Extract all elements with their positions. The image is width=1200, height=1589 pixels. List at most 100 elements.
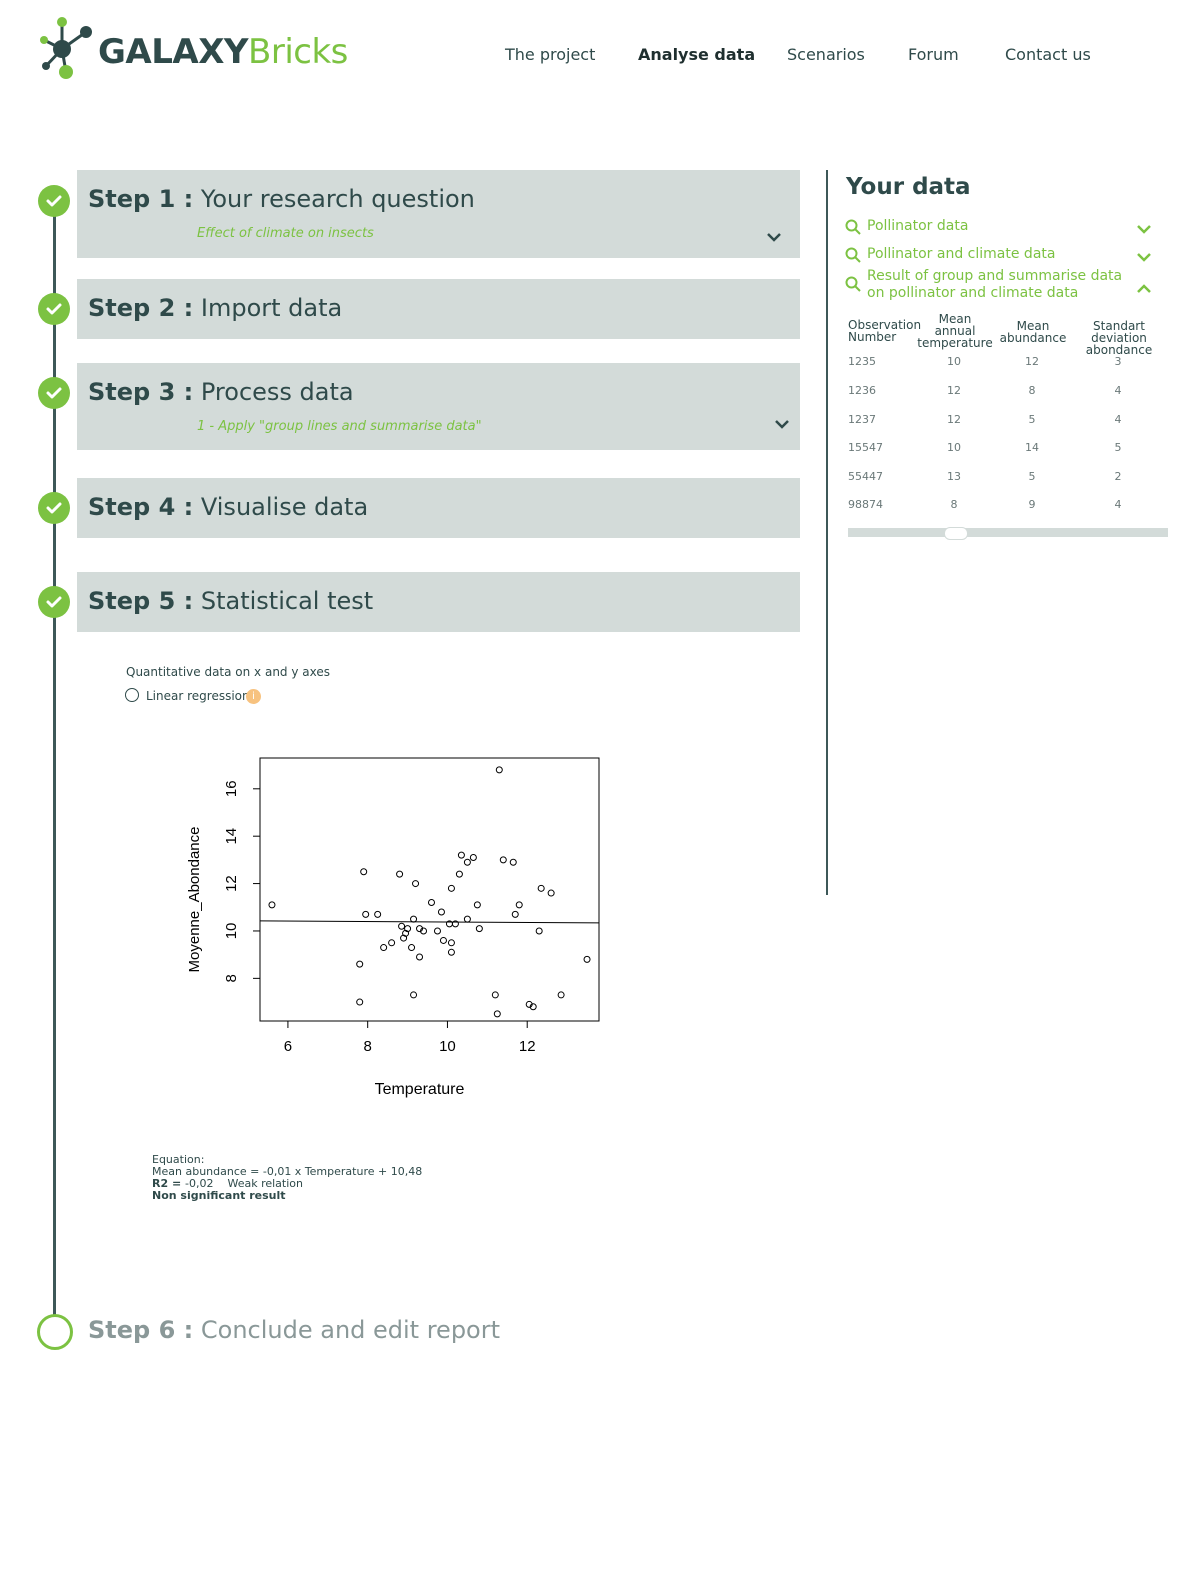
- table-header-std: Standart deviation abondance: [1085, 319, 1153, 357]
- chevron-up-icon[interactable]: [1136, 284, 1152, 294]
- chevron-down-icon[interactable]: [774, 419, 790, 429]
- step-1-subtitle: Effect of climate on insects: [197, 226, 374, 241]
- x-axis-label: Temperature: [375, 1081, 465, 1098]
- scatter-point: [268, 901, 276, 909]
- step-4-label: Visualise data: [200, 493, 369, 521]
- scatter-point: [535, 927, 543, 935]
- table-header-abundance: Mean abundance: [999, 319, 1067, 345]
- brand-logo[interactable]: GALAXYBricks: [98, 32, 348, 72]
- y-tick-label: 16: [223, 780, 240, 797]
- step-4-prefix: Step 4 :: [88, 493, 194, 521]
- search-icon[interactable]: [845, 247, 861, 263]
- check-icon: [38, 377, 70, 409]
- scatter-point: [380, 944, 388, 952]
- scatter-point: [547, 889, 555, 897]
- scatter-point: [495, 766, 503, 774]
- pending-step-icon: [37, 1314, 73, 1350]
- step-1-prefix: Step 1 :: [88, 185, 194, 213]
- scatter-point: [475, 925, 483, 933]
- check-icon: [38, 185, 70, 217]
- dataset-pollinator-climate[interactable]: Pollinator and climate data: [867, 246, 1055, 262]
- step-5-title: Step 5 : Statistical test: [88, 587, 373, 615]
- x-tick-label: 6: [284, 1038, 292, 1055]
- scatter-point: [356, 960, 364, 968]
- info-icon[interactable]: i: [246, 689, 261, 704]
- y-axis-label: Moyenne_Abondance: [186, 827, 203, 973]
- dataset-pollinator[interactable]: Pollinator data: [867, 218, 968, 234]
- galaxy-logo-icon[interactable]: [36, 14, 96, 82]
- scatter-point: [396, 870, 404, 878]
- step-2-prefix: Step 2 :: [88, 294, 194, 322]
- nav-scenarios[interactable]: Scenarios: [787, 45, 865, 64]
- scatter-point: [491, 991, 499, 999]
- linear-regression-radio[interactable]: [125, 688, 139, 702]
- scatter-point: [398, 922, 406, 930]
- y-tick-label: 10: [223, 923, 240, 940]
- scatter-point: [447, 939, 455, 947]
- scatter-point: [463, 858, 471, 866]
- scatter-point: [416, 953, 424, 961]
- significance-result: Non significant result: [152, 1189, 286, 1202]
- step-6-prefix: Step 6 :: [88, 1316, 194, 1344]
- check-icon: [38, 586, 70, 618]
- scatter-point: [360, 868, 368, 876]
- nav-contact-us[interactable]: Contact us: [1005, 45, 1091, 64]
- plot-frame: [259, 757, 600, 1022]
- scatter-point: [499, 856, 507, 864]
- check-icon: [38, 293, 70, 325]
- scatter-point: [447, 948, 455, 956]
- dataset-result-line1[interactable]: Result of group and summarise data: [867, 268, 1122, 284]
- brand-name-part1: GALAXY: [98, 32, 249, 72]
- scatter-point: [410, 991, 418, 999]
- scatter-point: [509, 858, 517, 866]
- scatter-point: [410, 915, 418, 923]
- dataset-result-line2[interactable]: on pollinator and climate data: [867, 285, 1078, 301]
- your-data-title: Your data: [846, 174, 971, 200]
- x-tick-label: 12: [519, 1038, 536, 1055]
- scatter-point: [447, 884, 455, 892]
- scatter-point: [557, 991, 565, 999]
- step-3-title: Step 3 : Process data: [88, 378, 354, 406]
- scatter-point: [388, 939, 396, 947]
- nav-forum[interactable]: Forum: [908, 45, 959, 64]
- scatter-point: [408, 944, 416, 952]
- chevron-down-icon[interactable]: [766, 232, 782, 242]
- step-1-title: Step 1 : Your research question: [88, 185, 475, 213]
- scatter-point: [374, 910, 382, 918]
- scatter-point: [537, 884, 545, 892]
- table-header-temperature: Mean annual temperature: [917, 312, 993, 350]
- scatter-point: [356, 998, 364, 1006]
- chevron-down-icon[interactable]: [1136, 252, 1152, 262]
- step-4-title: Step 4 : Visualise data: [88, 493, 368, 521]
- scatter-point: [412, 880, 420, 888]
- scatter-point: [515, 901, 523, 909]
- table-header-observation: Observation Number: [848, 318, 922, 344]
- chevron-down-icon[interactable]: [1136, 224, 1152, 234]
- brand-name-part2: Bricks: [248, 32, 348, 72]
- scatter-point: [455, 870, 463, 878]
- step-3-subtitle: 1 - Apply "group lines and summarise dat…: [197, 419, 482, 434]
- table-scrollbar[interactable]: [848, 528, 1168, 537]
- linear-regression-label[interactable]: Linear regression: [146, 689, 250, 703]
- scatter-point: [469, 854, 477, 862]
- step-3-panel[interactable]: [77, 363, 800, 450]
- nav-the-project[interactable]: The project: [505, 45, 595, 64]
- scatter-point: [493, 1010, 501, 1018]
- step-2-label: Import data: [200, 294, 343, 322]
- scrollbar-thumb[interactable]: [944, 527, 968, 540]
- scatter-point: [457, 851, 465, 859]
- step-5-prefix: Step 5 :: [88, 587, 194, 615]
- search-icon[interactable]: [845, 276, 861, 292]
- y-tick-label: 8: [223, 974, 240, 982]
- step-6-title: Step 6 : Conclude and edit report: [88, 1316, 500, 1344]
- y-tick-label: 12: [223, 875, 240, 892]
- nav-analyse-data[interactable]: Analyse data: [638, 45, 755, 64]
- sidebar-divider: [826, 170, 828, 895]
- scatter-point: [433, 927, 441, 935]
- timeline-line: [53, 200, 56, 1330]
- search-icon[interactable]: [845, 219, 861, 235]
- step-1-panel[interactable]: [77, 170, 800, 258]
- scatter-point: [473, 901, 481, 909]
- scatter-point: [463, 915, 471, 923]
- x-tick-label: 8: [364, 1038, 372, 1055]
